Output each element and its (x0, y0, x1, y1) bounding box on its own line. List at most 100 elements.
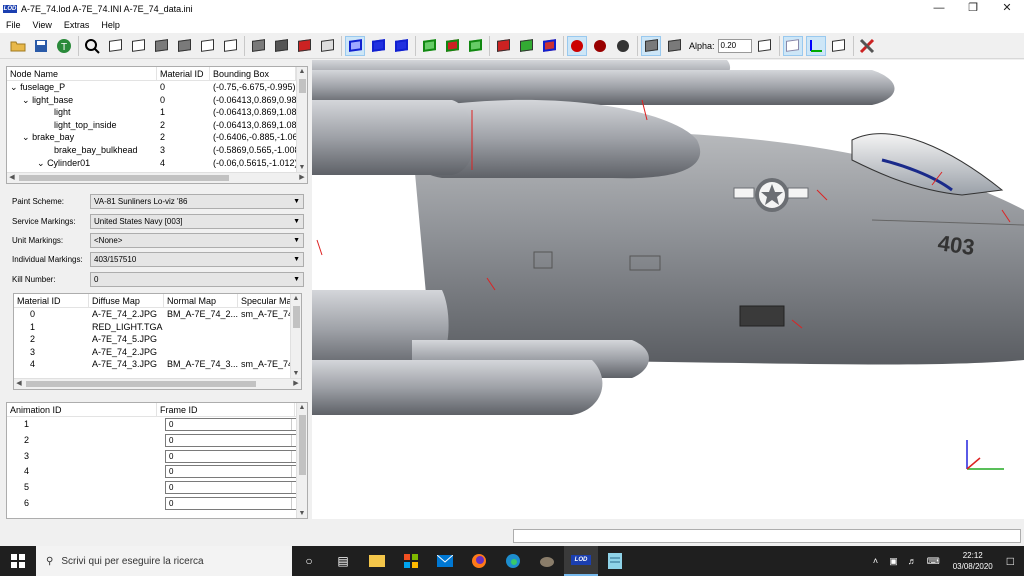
scroll-down-icon[interactable]: ▼ (291, 369, 301, 378)
transparency-off-icon[interactable] (664, 36, 684, 56)
texture-multi-icon[interactable] (516, 36, 536, 56)
scroll-down-icon[interactable]: ▼ (297, 509, 307, 518)
shade-light-icon[interactable] (317, 36, 337, 56)
box-green-icon[interactable] (465, 36, 485, 56)
expand-arrow-icon[interactable]: ⌄ (22, 132, 30, 142)
notifications-icon[interactable]: □ (1007, 554, 1014, 568)
scroll-up-icon[interactable]: ▲ (297, 403, 307, 412)
windows-start-button[interactable] (0, 546, 36, 576)
tree-horizontal-scrollbar[interactable]: ◀ ▶ (7, 172, 307, 183)
tree-row[interactable]: ⌄ Cylinder01 4 (-0.06,0.5615,-1.012) ( (7, 157, 307, 170)
box-blue-icon[interactable] (391, 36, 411, 56)
shade-red-icon[interactable] (294, 36, 314, 56)
scroll-left-icon[interactable]: ◀ (7, 173, 17, 182)
wireframe-blue-icon[interactable] (345, 35, 365, 56)
shade-mode-icon[interactable] (248, 36, 268, 56)
column-header-frame-id[interactable]: Frame ID (157, 403, 295, 416)
animations-table[interactable]: Animation ID Frame ID 10▲▼ 20▲▼ 30▲▼ 40▲… (6, 402, 308, 519)
table-row[interactable]: 4 A-7E_74_3.JPG BM_A-7E_74_3.... sm_A-7E_74 (14, 358, 301, 371)
table-row[interactable]: 2 A-7E_74_5.JPG (14, 333, 301, 346)
chevron-up-icon[interactable]: ˄ (873, 556, 878, 566)
texture-blue-icon[interactable] (539, 36, 559, 56)
bug-black-icon[interactable] (613, 36, 633, 56)
wireframe-green-icon[interactable] (419, 36, 439, 56)
expand-arrow-icon[interactable]: ⌄ (10, 82, 18, 92)
axes-icon[interactable] (805, 35, 826, 56)
minimize-button[interactable]: — (922, 0, 956, 17)
animations-vertical-scrollbar[interactable]: ▲ ▼ (296, 403, 307, 518)
column-header-node-name[interactable]: Node Name (7, 67, 157, 80)
tree-row[interactable]: ⌄ brake_bay 2 (-0.6406,-0.885,-1.062 (7, 131, 307, 144)
menu-file[interactable]: File (0, 20, 27, 30)
view-right-icon[interactable] (174, 36, 194, 56)
network-icon[interactable]: ▣ (889, 556, 898, 567)
close-button[interactable]: ✕ (990, 0, 1024, 17)
open-folder-icon[interactable] (8, 36, 28, 56)
frame-spinbox[interactable]: 0▲▼ (165, 465, 302, 479)
scroll-right-icon[interactable]: ▶ (291, 379, 301, 388)
expand-arrow-icon[interactable]: ⌄ (37, 158, 45, 168)
notepad-icon[interactable] (598, 546, 632, 576)
bounding-box-icon[interactable] (755, 36, 775, 56)
frame-spinbox[interactable]: 0▲▼ (165, 496, 302, 510)
menu-extras[interactable]: Extras (58, 20, 96, 30)
task-view-icon[interactable]: ▤ (326, 546, 360, 576)
maximize-button[interactable]: ❐ (956, 0, 990, 17)
lod-viewer-taskbar-icon[interactable]: LOD (564, 546, 598, 576)
node-tree[interactable]: Node Name Material ID Bounding Box ⌄ fus… (6, 66, 308, 184)
store-icon[interactable] (394, 546, 428, 576)
frame-spinbox[interactable]: 0▲▼ (165, 418, 302, 431)
firefox-icon[interactable] (462, 546, 496, 576)
mail-icon[interactable] (428, 546, 462, 576)
keyboard-icon[interactable]: ⌨ (927, 556, 940, 567)
kill-number-select[interactable]: 0 ▼ (90, 272, 304, 287)
tree-row[interactable]: ⌄ fuselage_P 0 (-0.75,-6.675,-0.995) ( (7, 81, 307, 94)
3d-viewport[interactable]: 403 (312, 60, 1024, 519)
frame-spinbox[interactable]: 0▲▼ (165, 433, 302, 447)
volume-icon[interactable]: ♬ (908, 556, 917, 566)
solid-green-icon[interactable] (442, 36, 462, 56)
table-row[interactable]: 0 A-7E_74_2.JPG BM_A-7E_74_2.... sm_A-7E_74 (14, 308, 301, 321)
cortana-icon[interactable]: ○ (292, 546, 326, 576)
individual-markings-select[interactable]: 403/157510 ▼ (90, 252, 304, 267)
scroll-left-icon[interactable]: ◀ (14, 379, 24, 388)
view-top-icon[interactable] (197, 36, 217, 56)
table-row[interactable]: 1 RED_LIGHT.TGA (14, 321, 301, 334)
box-outline-icon[interactable] (829, 36, 849, 56)
gimp-icon[interactable] (530, 546, 564, 576)
tree-vertical-scrollbar[interactable]: ▲ ▼ (296, 67, 307, 172)
scroll-down-icon[interactable]: ▼ (297, 163, 307, 172)
expand-arrow-icon[interactable]: ⌄ (22, 95, 30, 105)
column-header-specular-map[interactable]: Specular Ma (238, 294, 292, 307)
file-explorer-icon[interactable] (360, 546, 394, 576)
unit-markings-select[interactable]: <None> ▼ (90, 233, 304, 248)
scroll-up-icon[interactable]: ▲ (291, 294, 301, 303)
menu-help[interactable]: Help (95, 20, 126, 30)
save-icon[interactable] (31, 36, 51, 56)
zoom-extents-icon[interactable] (82, 36, 102, 56)
tree-row[interactable]: brake_bay_bulkhead 3 (-0.5869,0.565,-1.008… (7, 144, 307, 157)
column-header-diffuse-map[interactable]: Diffuse Map (89, 294, 164, 307)
texture-icon[interactable]: T (54, 36, 74, 56)
materials-horizontal-scrollbar[interactable]: ◀ ▶ (14, 378, 301, 389)
tools-icon[interactable] (857, 36, 877, 56)
materials-table[interactable]: Material ID Diffuse Map Normal Map Specu… (13, 293, 302, 390)
column-header-bounding-box[interactable]: Bounding Box (210, 67, 296, 80)
column-header-material-id[interactable]: Material ID (14, 294, 89, 307)
grid-icon[interactable] (782, 35, 803, 56)
materials-vertical-scrollbar[interactable]: ▲ ▼ (290, 294, 301, 378)
tree-row[interactable]: light_top_inside 2 (-0.06413,0.869,1.082) (7, 119, 307, 132)
frame-spinbox[interactable]: 0▲▼ (165, 481, 302, 495)
column-header-animation-id[interactable]: Animation ID (7, 403, 157, 416)
scroll-right-icon[interactable]: ▶ (297, 173, 307, 182)
bug-dark-red-icon[interactable] (590, 36, 610, 56)
column-header-normal-map[interactable]: Normal Map (164, 294, 238, 307)
tree-row[interactable]: light 1 (-0.06413,0.869,1.082) (7, 106, 307, 119)
frame-spinbox[interactable]: 0▲▼ (165, 449, 302, 463)
texture-red-icon[interactable] (493, 36, 513, 56)
solid-blue-icon[interactable] (368, 36, 388, 56)
table-row[interactable]: 3 A-7E_74_2.JPG (14, 346, 301, 359)
edge-icon[interactable] (496, 546, 530, 576)
alpha-spinbox[interactable]: 0.20 (717, 38, 752, 53)
bug-red-icon[interactable] (567, 35, 587, 56)
